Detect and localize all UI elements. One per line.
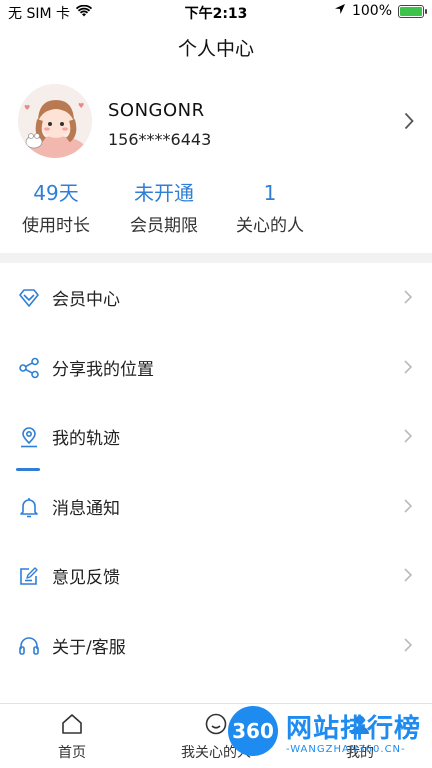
stat-label: 会员期限 xyxy=(130,216,198,236)
username: SONGONR xyxy=(108,100,205,121)
menu-item-label: 我的轨迹 xyxy=(52,429,120,449)
stat-membership-term[interactable]: 未开通 会员期限 xyxy=(114,180,214,236)
menu-item-label: 消息通知 xyxy=(52,498,120,519)
menu-item-my-track[interactable]: 我的轨迹 xyxy=(0,402,432,472)
menu-item-share-location[interactable]: 分享我的位置 xyxy=(0,333,432,403)
stat-value: 1 xyxy=(263,181,277,205)
avatar[interactable]: ♥ ♥ xyxy=(18,84,92,158)
stat-value: 未开通 xyxy=(134,181,194,205)
scroll-indicator xyxy=(16,468,40,471)
smile-icon xyxy=(204,712,228,736)
stat-usage-duration[interactable]: 49天 使用时长 xyxy=(6,180,106,236)
feedback-icon xyxy=(18,565,40,587)
watermark-title: 网站排行榜 xyxy=(286,714,422,744)
menu-list: 会员中心 分享我的位置 我的轨迹 消息通知 意见反馈 关于/客服 xyxy=(0,263,432,680)
diamond-icon xyxy=(18,287,40,309)
battery-fill xyxy=(400,6,422,16)
battery-percent: 100% xyxy=(351,3,392,19)
status-right: 100% xyxy=(334,3,427,19)
svg-text:♥: ♥ xyxy=(24,104,30,112)
stat-label: 关心的人 xyxy=(236,216,304,236)
chevron-right-icon xyxy=(404,428,413,447)
chevron-right-icon xyxy=(404,289,413,308)
menu-item-label: 意见反馈 xyxy=(52,568,120,588)
stat-label: 使用时长 xyxy=(22,216,90,236)
battery-icon xyxy=(398,4,427,18)
chevron-right-icon xyxy=(404,637,413,656)
phone-number: 156****6443 xyxy=(108,130,212,149)
profile-header[interactable]: ♥ ♥ SONGONR 156****6443 xyxy=(0,84,432,164)
chevron-right-icon[interactable] xyxy=(404,112,414,134)
stats-row: 49天 使用时长 未开通 会员期限 1 关心的人 xyxy=(0,180,330,240)
menu-item-member-center[interactable]: 会员中心 xyxy=(0,263,432,333)
menu-item-label: 关于/客服 xyxy=(52,637,126,658)
stat-value: 49天 xyxy=(33,181,79,205)
chevron-right-icon xyxy=(404,359,413,378)
menu-item-feedback[interactable]: 意见反馈 xyxy=(0,541,432,611)
home-icon xyxy=(60,712,84,736)
page-title: 个人中心 xyxy=(177,38,254,60)
tab-label: 首页 xyxy=(58,745,86,761)
menu-item-label: 分享我的位置 xyxy=(52,359,154,380)
svg-text:♥: ♥ xyxy=(78,102,84,110)
share-icon xyxy=(18,357,40,379)
menu-item-label: 会员中心 xyxy=(52,290,120,310)
chevron-right-icon xyxy=(404,567,413,586)
headset-icon xyxy=(18,635,40,657)
watermark-subtitle: -WANGZHAN360.CN- xyxy=(286,744,406,755)
screen: 无 SIM 卡 下午2:13 100% 个人中心 ♥ ♥ SONGONR 156… xyxy=(0,0,432,768)
watermark-logo: 360 网站排行榜 -WANGZHAN360.CN- xyxy=(228,700,432,768)
bell-icon xyxy=(18,496,40,518)
chevron-right-icon xyxy=(404,498,413,517)
section-divider xyxy=(0,253,432,263)
location-arrow-icon xyxy=(334,3,346,19)
tab-home[interactable]: 首页 xyxy=(0,704,144,768)
location-pin-icon xyxy=(18,426,40,448)
status-bar: 无 SIM 卡 下午2:13 100% xyxy=(0,0,432,24)
menu-item-about-support[interactable]: 关于/客服 xyxy=(0,611,432,681)
menu-item-notifications[interactable]: 消息通知 xyxy=(0,472,432,542)
stat-cared-people[interactable]: 1 关心的人 xyxy=(220,180,320,236)
watermark-circle: 360 xyxy=(228,706,278,756)
